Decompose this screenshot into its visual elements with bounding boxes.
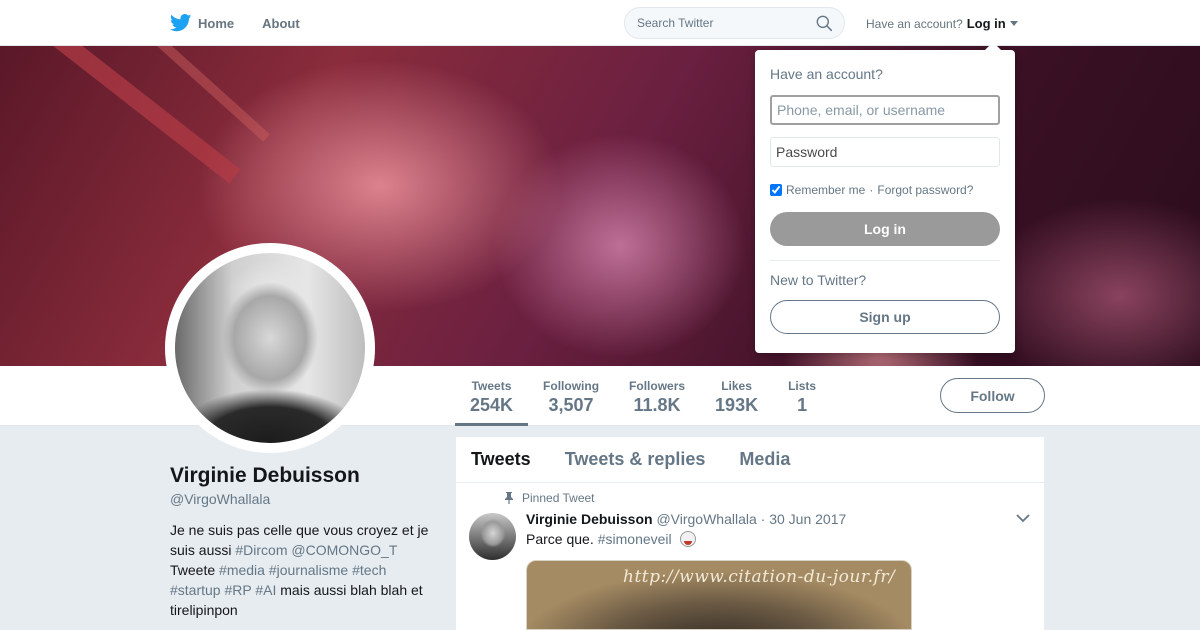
mention-link[interactable]: @COMONGO_T [291,542,397,558]
chevron-down-icon[interactable] [1016,513,1030,523]
search-input[interactable] [637,16,807,30]
nav-left: Home About [170,0,328,46]
tweet-body: Parce que. [526,531,594,547]
stat-lists[interactable]: Lists 1 [773,366,831,426]
hashtag-link[interactable]: #AI [255,582,276,598]
stat-label: Lists [788,379,817,393]
media-watermark-text: http://www.citation-du-jour.fr/ [623,567,896,587]
stat-likes[interactable]: Likes 193K [700,366,773,426]
stat-value: 1 [797,395,808,415]
profile-stats: Tweets 254K Following 3,507 Followers 11… [455,366,831,426]
pin-icon [505,492,513,504]
stat-label: Tweets [471,379,512,393]
tweet-date[interactable]: · 30 Jun 2017 [761,511,847,527]
profile-name[interactable]: Virginie Debuisson [170,464,360,488]
login-link[interactable]: Log in [967,16,1006,31]
stat-value: 193K [715,395,759,415]
emoji-icon [679,531,696,547]
stat-tweets[interactable]: Tweets 254K [455,366,529,426]
tab-tweets[interactable]: Tweets [471,449,531,470]
forgot-password-link[interactable]: Forgot password? [877,183,973,197]
stat-value: 11.8K [633,395,681,415]
remember-checkbox[interactable] [770,184,782,196]
login-dropdown: Have an account? Remember me · Forgot pa… [755,42,1015,353]
hashtag-link[interactable]: #Dircom [235,542,287,558]
hashtag-link[interactable]: #journalisme [269,562,348,578]
stat-following[interactable]: Following 3,507 [528,366,614,426]
stat-value: 254K [470,395,514,415]
tab-tweets-replies[interactable]: Tweets & replies [565,449,706,470]
hashtag-link[interactable]: #startup [170,582,221,598]
follow-button[interactable]: Follow [940,378,1045,413]
tab-media[interactable]: Media [739,449,790,470]
stat-label: Followers [629,379,686,393]
login-button[interactable]: Log in [770,212,1000,246]
pinned-label: Pinned Tweet [504,491,595,505]
pinned-tweet[interactable]: Pinned Tweet Virginie Debuisson @VirgoWh… [456,483,1044,630]
tweet-avatar[interactable] [469,513,516,560]
nav-about-label: About [262,15,300,31]
tweet-media-image[interactable]: http://www.citation-du-jour.fr/ [526,560,912,630]
nav-home-label: Home [198,15,235,31]
password-field[interactable] [770,137,1000,167]
profile-avatar[interactable] [165,243,375,453]
signup-button[interactable]: Sign up [770,300,1000,334]
remember-label[interactable]: Remember me [786,183,865,197]
stat-value: 3,507 [548,395,594,415]
divider [770,260,1000,261]
tweet-header: Virginie Debuisson @VirgoWhallala · 30 J… [526,511,846,527]
search-box [624,7,845,39]
account-login-toggle[interactable]: Have an account? Log in [866,16,1018,31]
caret-down-icon [1009,21,1018,26]
tweet-text: Parce que. #simoneveil [526,531,696,547]
stat-label: Following [543,379,600,393]
top-navigation-bar: Home About Have an account? Log in [0,0,1200,46]
tweet-author-handle[interactable]: @VirgoWhallala [656,511,756,527]
remember-row: Remember me · Forgot password? [770,183,973,197]
profile-bio: Je ne suis pas celle que vous croyez et … [170,520,440,620]
banner-decoration [0,46,241,184]
timeline: Tweets Tweets & replies Media Pinned Twe… [456,437,1044,630]
hashtag-link[interactable]: #tech [352,562,386,578]
bio-text: Tweete [170,562,216,578]
hashtag-link[interactable]: #RP [224,582,251,598]
separator: · [869,183,874,197]
profile-handle[interactable]: @VirgoWhallala [170,491,270,507]
avatar-image [175,253,365,443]
hashtag-link[interactable]: #simoneveil [598,531,672,547]
hashtag-link[interactable]: #media [219,562,265,578]
dropdown-title: Have an account? [770,66,883,82]
search-icon[interactable] [816,15,833,32]
stat-label: Likes [721,379,752,393]
timeline-tabs: Tweets Tweets & replies Media [456,437,1044,483]
nav-home[interactable]: Home [170,14,234,32]
pinned-text: Pinned Tweet [522,491,595,505]
twitter-bird-icon [170,14,192,32]
tweet-author-name[interactable]: Virginie Debuisson [526,511,653,527]
nav-about[interactable]: About [262,16,300,31]
new-to-twitter-text: New to Twitter? [770,272,867,288]
stat-followers[interactable]: Followers 11.8K [614,366,700,426]
username-field[interactable] [770,95,1000,125]
account-prompt: Have an account? [866,16,963,31]
